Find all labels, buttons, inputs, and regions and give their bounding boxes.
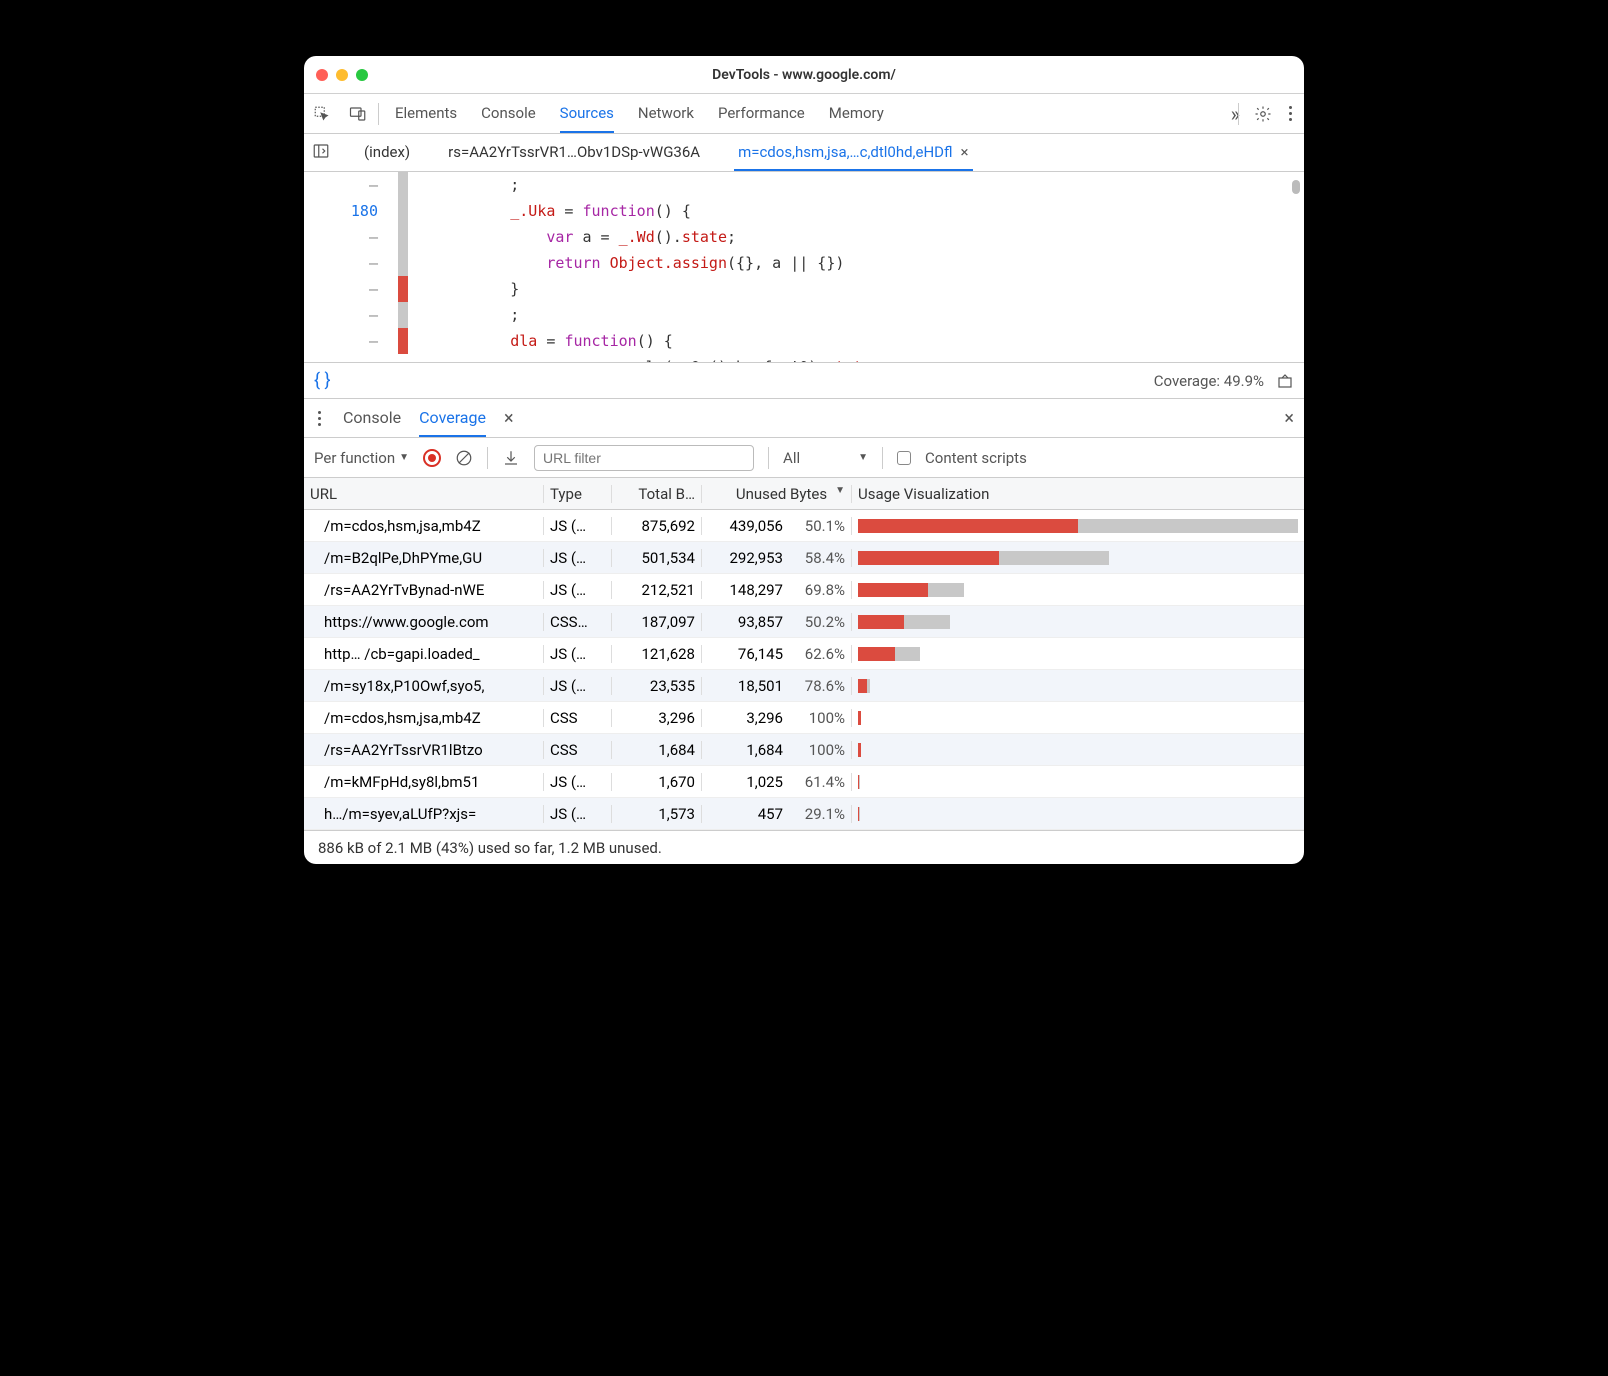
pretty-print-icon[interactable]: { }	[314, 370, 331, 391]
navigator-toggle-icon[interactable]	[312, 142, 336, 164]
type-filter-select[interactable]: All ▼	[783, 449, 868, 467]
close-file-icon[interactable]: ×	[961, 143, 969, 161]
type-filter-label: All	[783, 449, 800, 467]
tab-network[interactable]: Network	[638, 94, 694, 133]
table-row[interactable]: /rs=AA2YrTvBynad-nWEJS (…212,521148,2976…	[304, 574, 1304, 606]
content-scripts-checkbox[interactable]	[897, 451, 911, 465]
tab-memory[interactable]: Memory	[829, 94, 884, 133]
export-icon[interactable]	[502, 449, 520, 467]
traffic-lights	[316, 69, 368, 81]
close-tab-icon[interactable]: ×	[504, 408, 514, 429]
status-text: 886 kB of 2.1 MB (43%) used so far, 1.2 …	[318, 839, 662, 857]
close-drawer-icon[interactable]: ×	[1284, 408, 1294, 429]
file-tabs: (index) rs=AA2YrTssrVR1…Obv1DSp-vWG36A m=c…	[304, 134, 1304, 172]
titlebar: DevTools - www.google.com/	[304, 56, 1304, 94]
url-filter-input[interactable]	[534, 445, 754, 471]
close-window-button[interactable]	[316, 69, 328, 81]
col-header-type[interactable]: Type	[544, 485, 612, 503]
drawer-tabs: Console Coverage × ×	[304, 398, 1304, 438]
file-tab[interactable]: m=cdos,hsm,jsa,…c,dtl0hd,eHDfl×	[734, 134, 972, 171]
col-header-unused[interactable]: Unused Bytes▼	[702, 485, 852, 503]
clear-icon[interactable]	[455, 449, 473, 467]
drawer-menu-icon[interactable]	[314, 407, 325, 430]
coverage-table: URL Type Total B… Unused Bytes▼ Usage Vi…	[304, 478, 1304, 830]
tab-elements[interactable]: Elements	[395, 94, 457, 133]
source-code-editor[interactable]: –180––––– ; _.Uka = function() { var a =…	[304, 172, 1304, 362]
content-scripts-label: Content scripts	[925, 449, 1027, 467]
zoom-window-button[interactable]	[356, 69, 368, 81]
more-options-icon[interactable]	[1285, 102, 1296, 125]
scrollbar-thumb[interactable]	[1292, 180, 1300, 194]
coverage-status-bar: 886 kB of 2.1 MB (43%) used so far, 1.2 …	[304, 830, 1304, 864]
granularity-label: Per function	[314, 449, 395, 467]
main-toolbar: Elements Console Sources Network Performance…	[304, 94, 1304, 134]
table-row[interactable]: /m=sy18x,P10Owf,syo5,JS (…23,53518,50178…	[304, 670, 1304, 702]
file-tab[interactable]: rs=AA2YrTssrVR1…Obv1DSp-vWG36A	[444, 134, 704, 171]
drawer-tab-coverage[interactable]: Coverage	[419, 399, 486, 437]
table-header: URL Type Total B… Unused Bytes▼ Usage Vi…	[304, 478, 1304, 510]
tab-performance[interactable]: Performance	[718, 94, 805, 133]
table-row[interactable]: h…/m=syev,aLUfP?xjs=JS (…1,57345729.1%	[304, 798, 1304, 830]
inspect-element-icon[interactable]	[304, 105, 340, 123]
table-row[interactable]: /m=kMFpHd,sy8l,bm51JS (…1,6701,02561.4%	[304, 766, 1304, 798]
tab-console[interactable]: Console	[481, 94, 536, 133]
col-header-total[interactable]: Total B…	[612, 485, 702, 503]
settings-icon[interactable]	[1245, 105, 1281, 123]
record-button[interactable]	[423, 449, 441, 467]
window-title: DevTools - www.google.com/	[304, 67, 1304, 83]
table-row[interactable]: /m=cdos,hsm,jsa,mb4ZJS (…875,692439,0565…	[304, 510, 1304, 542]
table-row[interactable]: /m=cdos,hsm,jsa,mb4ZCSS3,2963,296100%	[304, 702, 1304, 734]
coverage-toolbar: Per function ▼ All ▼ Content scripts	[304, 438, 1304, 478]
coverage-percent-label: Coverage: 49.9%	[1154, 372, 1264, 390]
table-row[interactable]: /rs=AA2YrTssrVR1lBtzoCSS1,6841,684100%	[304, 734, 1304, 766]
devtools-window: DevTools - www.google.com/ Elements Conso…	[304, 56, 1304, 864]
table-row[interactable]: https://www.google.comCSS…187,09793,8575…	[304, 606, 1304, 638]
main-tabs: Elements Console Sources Network Performance…	[381, 94, 1231, 133]
minimize-window-button[interactable]	[336, 69, 348, 81]
editor-status-bar: { } Coverage: 49.9%	[304, 362, 1304, 398]
drawer-tab-console[interactable]: Console	[343, 399, 401, 437]
tab-sources[interactable]: Sources	[560, 94, 614, 133]
show-coverage-icon[interactable]	[1276, 372, 1294, 390]
file-tab[interactable]: (index)	[360, 134, 414, 171]
device-toolbar-icon[interactable]	[340, 105, 376, 123]
col-header-viz[interactable]: Usage Visualization	[852, 485, 1304, 503]
col-header-url[interactable]: URL	[304, 485, 544, 503]
table-row[interactable]: /m=B2qlPe,DhPYme,GUJS (…501,534292,95358…	[304, 542, 1304, 574]
granularity-select[interactable]: Per function ▼	[314, 449, 409, 467]
table-row[interactable]: http… /cb=gapi.loaded_JS (…121,62876,145…	[304, 638, 1304, 670]
